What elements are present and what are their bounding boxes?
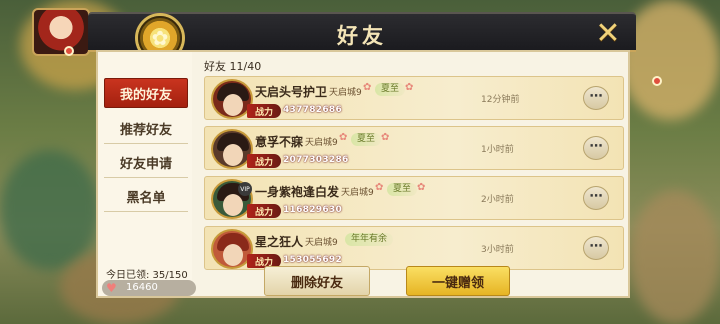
chat-bubble-icon[interactable]: ⋯ bbox=[583, 186, 609, 210]
power-badge: 战力 bbox=[247, 104, 281, 118]
last-online: 12分钟前 bbox=[481, 95, 520, 105]
friend-name: 星之狂人 bbox=[255, 235, 304, 249]
friend-server: 天启城9 bbox=[341, 188, 374, 198]
vip-badge-icon: VIP bbox=[238, 182, 252, 196]
chat-bubble-icon[interactable]: ⋯ bbox=[583, 236, 609, 260]
friend-name: 意孚不寐 bbox=[255, 135, 304, 149]
close-icon[interactable]: ✕ bbox=[592, 18, 624, 50]
friend-name: 天启头号护卫 bbox=[255, 85, 328, 99]
title-tag: 夏至 bbox=[387, 183, 418, 196]
received-today: 今日已领: 35/150 bbox=[106, 270, 188, 281]
flower-icon: ✿ bbox=[417, 182, 426, 193]
friend-id: 2077303286 bbox=[283, 155, 349, 165]
map-marker-icon bbox=[652, 76, 662, 86]
friend-server: 天启城9 bbox=[305, 238, 338, 248]
title-tag: 夏至 bbox=[375, 83, 406, 96]
friend-server: 天启城9 bbox=[329, 88, 362, 98]
last-online: 2小时前 bbox=[481, 195, 514, 205]
power-badge: 战力 bbox=[247, 154, 281, 168]
tab-my-friends[interactable]: 我的好友 bbox=[104, 78, 188, 108]
friend-server: 天启城9 bbox=[305, 138, 338, 148]
map-marker-icon bbox=[64, 46, 74, 56]
friend-name: 一身紫袍逢白发 bbox=[255, 185, 340, 199]
flower-icon: ✿ bbox=[363, 82, 372, 93]
last-online: 3小时前 bbox=[481, 245, 514, 255]
chat-bubble-icon[interactable]: ⋯ bbox=[583, 86, 609, 110]
flower-icon: ✿ bbox=[375, 182, 384, 193]
delete-friend-button[interactable]: 删除好友 bbox=[264, 266, 370, 296]
last-online: 1小时前 bbox=[481, 145, 514, 155]
flower-icon: ✿ bbox=[381, 132, 390, 143]
tab-list: 我的好友 推荐好友 好友申请 黑名单 bbox=[98, 52, 192, 296]
title-tag: 年年有余 bbox=[345, 233, 394, 246]
friend-id: 153055692 bbox=[283, 255, 343, 265]
friends-count: 好友 11/40 bbox=[204, 60, 262, 73]
hearts-value: 16460 bbox=[126, 282, 158, 293]
tab-blacklist[interactable]: 黑名单 bbox=[104, 182, 188, 212]
friends-panel: 我的好友 推荐好友 好友申请 黑名单 好友 11/40 战力 天启头号护卫 天启… bbox=[96, 50, 630, 298]
tab-friend-requests[interactable]: 好友申请 bbox=[104, 148, 188, 178]
friend-row[interactable]: VIP 战力 一身紫袍逢白发 天启城9 ✿ 夏至 ✿ 116829630 2小时… bbox=[204, 176, 624, 220]
title-tag: 夏至 bbox=[351, 133, 382, 146]
hearts-counter: ♥ 16460 bbox=[102, 280, 196, 296]
tab-recommended-friends[interactable]: 推荐好友 bbox=[104, 114, 188, 144]
friend-row[interactable]: 战力 意孚不寐 天启城9 ✿ 夏至 ✿ 2077303286 1小时前 ⋯ bbox=[204, 126, 624, 170]
friend-id: 116829630 bbox=[283, 205, 343, 215]
background-scenery bbox=[630, 190, 720, 324]
background-scenery bbox=[0, 150, 100, 270]
friend-row[interactable]: 战力 星之狂人 天启城9 年年有余 153055692 3小时前 ⋯ bbox=[204, 226, 624, 270]
character-portrait bbox=[32, 8, 90, 56]
claim-all-button[interactable]: 一键赠领 bbox=[406, 266, 510, 296]
power-badge: 战力 bbox=[247, 204, 281, 218]
friend-row[interactable]: 战力 天启头号护卫 天启城9 ✿ 夏至 ✿ 437782686 12分钟前 ⋯ bbox=[204, 76, 624, 120]
flower-icon: ✿ bbox=[339, 132, 348, 143]
friend-id: 437782686 bbox=[283, 105, 343, 115]
flower-icon: ✿ bbox=[405, 82, 414, 93]
heart-icon: ♥ bbox=[106, 281, 117, 295]
chat-bubble-icon[interactable]: ⋯ bbox=[583, 136, 609, 160]
